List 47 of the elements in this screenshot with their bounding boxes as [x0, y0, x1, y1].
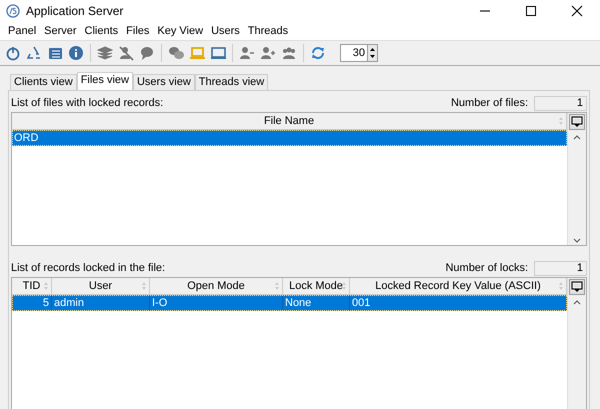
scroll-down-icon[interactable]	[572, 237, 582, 245]
user-add-icon[interactable]	[260, 45, 276, 61]
app-logo-icon	[6, 4, 20, 18]
menu-item[interactable]: Files	[122, 25, 154, 37]
count-field: 1	[534, 96, 587, 110]
count-field: 1	[534, 260, 587, 276]
menu-item[interactable]: Clients	[80, 25, 122, 37]
user-blocked-icon[interactable]	[118, 45, 134, 61]
column-chooser-icon[interactable]	[569, 279, 585, 295]
tab[interactable]: Threads view	[194, 74, 268, 90]
column-chooser-icon[interactable]	[569, 114, 585, 130]
tab[interactable]: Clients view	[10, 74, 77, 90]
scroll-up-icon[interactable]	[572, 133, 582, 141]
tab[interactable]: Files view	[76, 72, 133, 90]
scroll-up-icon[interactable]	[572, 298, 582, 306]
column-header[interactable]: Open Mode	[150, 278, 283, 294]
list-icon[interactable]	[47, 45, 63, 61]
count-label: Number of files:	[450, 97, 528, 109]
menu-item[interactable]: Users	[207, 25, 244, 37]
monitor-icon[interactable]	[210, 45, 226, 61]
table-row[interactable]: 5 admin I-O None 001	[12, 295, 567, 311]
menu-item[interactable]: Key View	[153, 25, 208, 37]
table-cell: admin	[52, 295, 150, 311]
count-label: Number of locks:	[445, 262, 528, 274]
section-label: List of files with locked records:	[11, 97, 164, 109]
chat-icon[interactable]	[139, 45, 155, 61]
tab[interactable]: Users view	[132, 74, 195, 90]
refresh-icon[interactable]	[310, 45, 326, 61]
chats-icon[interactable]	[168, 45, 184, 61]
column-header[interactable]: Lock Mode	[283, 278, 350, 294]
menu-item[interactable]: Server	[40, 25, 81, 37]
table-cell: I-O	[150, 295, 283, 311]
table-cell: 5	[12, 295, 52, 311]
users-icon[interactable]	[281, 45, 297, 61]
info-icon[interactable]	[68, 45, 84, 61]
user-remove-icon[interactable]	[239, 45, 255, 61]
power-icon[interactable]	[5, 45, 21, 61]
table-cell: None	[283, 295, 350, 311]
interval-spinner[interactable]: 30	[340, 44, 378, 62]
section-label: List of records locked in the file:	[11, 262, 166, 274]
menu-item[interactable]: Threads	[244, 25, 292, 37]
window-title: Application Server	[26, 4, 124, 18]
table-row[interactable]: ORD	[12, 130, 567, 146]
column-header[interactable]: User	[52, 278, 150, 294]
menu-item[interactable]: Panel	[4, 25, 40, 37]
column-header[interactable]: TID	[12, 278, 52, 294]
layers-icon[interactable]	[97, 45, 113, 61]
